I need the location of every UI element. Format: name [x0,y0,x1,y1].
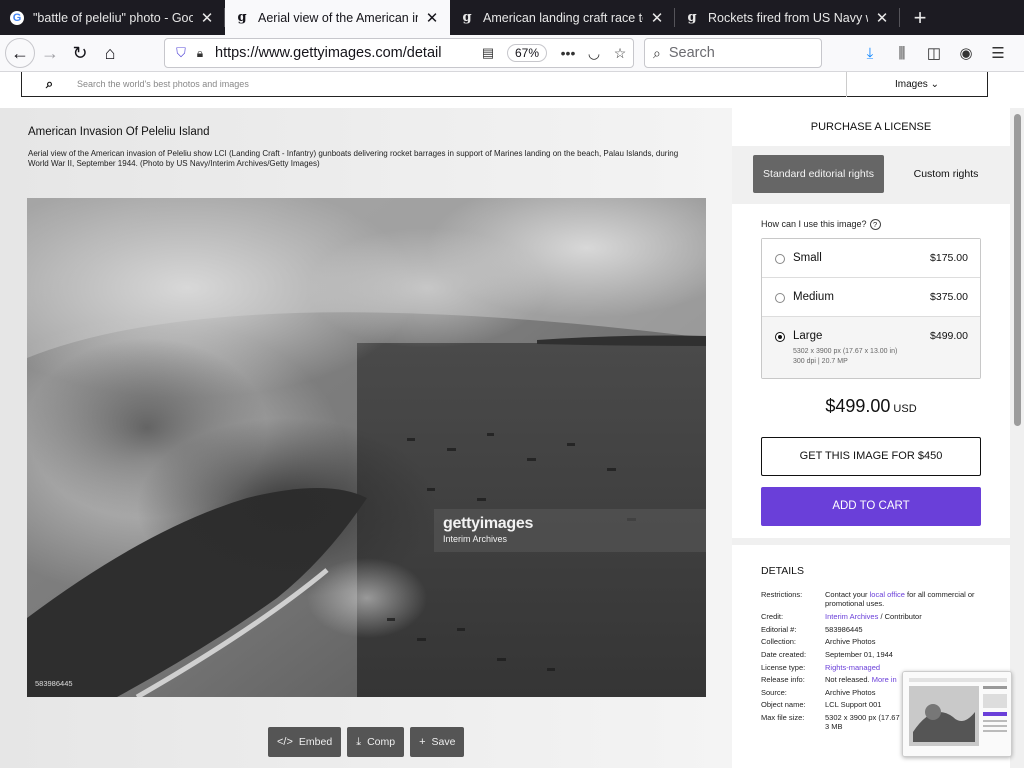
more-actions-icon[interactable]: ••• [555,45,581,61]
details-heading: DETAILS [761,565,804,577]
total-price: $499.00 USD [825,396,917,416]
aerial-photo-graphic [27,198,706,697]
usage-question: How can I use this image?? [761,219,881,230]
search-placeholder: Search [668,45,715,61]
scrollbar-thumb[interactable] [1014,114,1021,426]
preview-graphic [903,672,1011,756]
search-icon: ⌕ [653,44,661,61]
close-icon[interactable]: ✕ [874,9,890,27]
detail-row: Restrictions: Contact your local office … [761,590,975,608]
comp-button[interactable]: ⤓ Comp [347,727,405,757]
size-option-medium[interactable]: Medium $375.00 [762,278,980,317]
bookmark-star-icon[interactable]: ☆ [607,45,633,62]
rights-tabs: Standard editorial rights Custom rights [732,146,1010,204]
tab-title: Aerial view of the American inva [258,10,418,25]
gettyimages-logo: gettyimages [443,515,534,532]
browser-search-input[interactable]: ⌕ Search [644,38,822,68]
credit-link[interactable]: Interim Archives [825,612,878,621]
menu-icon[interactable]: ☰ [982,44,1014,62]
gettyimages-g-icon: g [462,10,472,25]
back-button[interactable]: ← [5,38,35,68]
search-type-dropdown[interactable]: Images ⌄ [847,79,987,90]
save-button[interactable]: + Save [410,727,465,757]
tab-title: "battle of peleliu" photo - Goog [33,10,193,25]
local-office-link[interactable]: local office [870,590,905,599]
radio-button-selected[interactable] [775,332,785,342]
browser-toolbar: ← → ↻ ⌂ ⛉ 🔒︎ https://www.gettyimages.com… [0,35,1024,72]
browser-tab-4[interactable]: g Rockets fired from US Navy wa ✕ [675,0,900,35]
site-search-input[interactable]: Search the world's best photos and image… [77,79,846,89]
detail-row: Collection: Archive Photos [761,637,876,646]
close-icon[interactable]: ✕ [199,9,215,27]
download-icon[interactable]: ⤓ [854,45,886,62]
image-caption: Aerial view of the American invasion of … [28,149,679,168]
gettyimages-g-icon: g [237,10,247,25]
radio-button[interactable] [775,293,785,303]
new-tab-button[interactable]: + [900,0,940,35]
get-this-image-button[interactable]: GET THIS IMAGE FOR $450 [761,437,981,476]
zoom-level[interactable]: 67% [506,44,547,62]
main-photo[interactable]: gettyimages Interim Archives 583986445 [27,198,706,697]
photo-id-label: 583986445 [35,679,73,688]
download-icon: ⤓ [356,735,362,748]
forward-button[interactable]: → [35,38,65,68]
help-icon[interactable]: ? [869,219,881,230]
browser-tab-3[interactable]: g American landing craft race tow ✕ [450,0,675,35]
lock-icon[interactable]: 🔒︎ [191,46,209,61]
size-option-small[interactable]: Small $175.00 [762,239,980,278]
site-search-bar[interactable]: ⌕ Search the world's best photos and ima… [21,72,988,97]
close-icon[interactable]: ✕ [424,9,440,27]
browser-tab-2[interactable]: g Aerial view of the American inva ✕ [225,0,450,35]
url-text[interactable]: https://www.gettyimages.com/detail [209,45,477,61]
image-actions: </> Embed ⤓ Comp + Save [268,727,465,757]
close-icon[interactable]: ✕ [649,9,665,27]
detail-row: Credit: Interim Archives / Contributor [761,612,922,621]
radio-button[interactable] [775,254,785,264]
size-details: 5302 x 3900 px (17.67 x 13.00 in) 300 dp… [793,348,898,365]
tab-title: American landing craft race tow [483,10,643,25]
browser-tab-strip: G "battle of peleliu" photo - Goog ✕ g A… [0,0,1024,35]
search-icon[interactable]: ⌕ [22,76,77,92]
license-options: How can I use this image?? Small $175.00… [732,204,1010,538]
tab-title: Rockets fired from US Navy wa [708,10,868,25]
toolbar-icons: ⤓ ⫼ ◫ ◉ ☰ [854,38,1014,68]
add-to-cart-button[interactable]: ADD TO CART [761,487,981,526]
reader-view-icon[interactable]: ▤ [477,45,499,61]
gettyimages-g-icon: g [687,10,697,25]
tab-standard-editorial-rights[interactable]: Standard editorial rights [753,155,884,193]
google-g-icon: G [10,10,24,25]
detail-row: Date created: September 01, 1944 [761,650,893,659]
tab-custom-rights[interactable]: Custom rights [910,155,982,193]
plus-icon: + [419,736,426,748]
reload-button[interactable]: ↻ [65,38,95,68]
purchase-panel: PURCHASE A LICENSE Standard editorial ri… [732,108,1010,768]
browser-tab-1[interactable]: G "battle of peleliu" photo - Goog ✕ [0,0,225,35]
watermark-credit: Interim Archives [443,534,508,544]
page-scrollbar[interactable] [1010,108,1024,768]
size-options: Small $175.00 Medium $375.00 Large $499.… [761,238,981,379]
purchase-heading: PURCHASE A LICENSE [732,108,1010,146]
library-icon[interactable]: ⫼ [886,45,918,62]
pocket-icon[interactable]: ◡ [581,45,607,62]
code-icon: </> [277,736,293,748]
chevron-down-icon: ⌄ [930,78,939,90]
shield-icon[interactable]: ⛉ [171,45,191,61]
sidebar-icon[interactable]: ◫ [918,44,950,62]
size-option-large[interactable]: Large $499.00 5302 x 3900 px (17.67 x 13… [762,317,980,378]
home-button[interactable]: ⌂ [95,38,125,68]
embed-button[interactable]: </> Embed [268,727,342,757]
page-content: ⌕ Search the world's best photos and ima… [0,72,1024,768]
tab-preview-thumbnail[interactable] [902,671,1012,757]
more-info-link[interactable]: More in [872,675,897,684]
image-title: American Invasion Of Peleliu Island [28,126,210,138]
watermark: gettyimages Interim Archives [434,509,706,552]
url-bar[interactable]: ⛉ 🔒︎ https://www.gettyimages.com/detail … [164,38,634,68]
image-pane: American Invasion Of Peleliu Island Aeri… [0,108,732,768]
detail-row: Editorial #: 583986445 [761,625,863,634]
account-icon[interactable]: ◉ [950,44,982,62]
